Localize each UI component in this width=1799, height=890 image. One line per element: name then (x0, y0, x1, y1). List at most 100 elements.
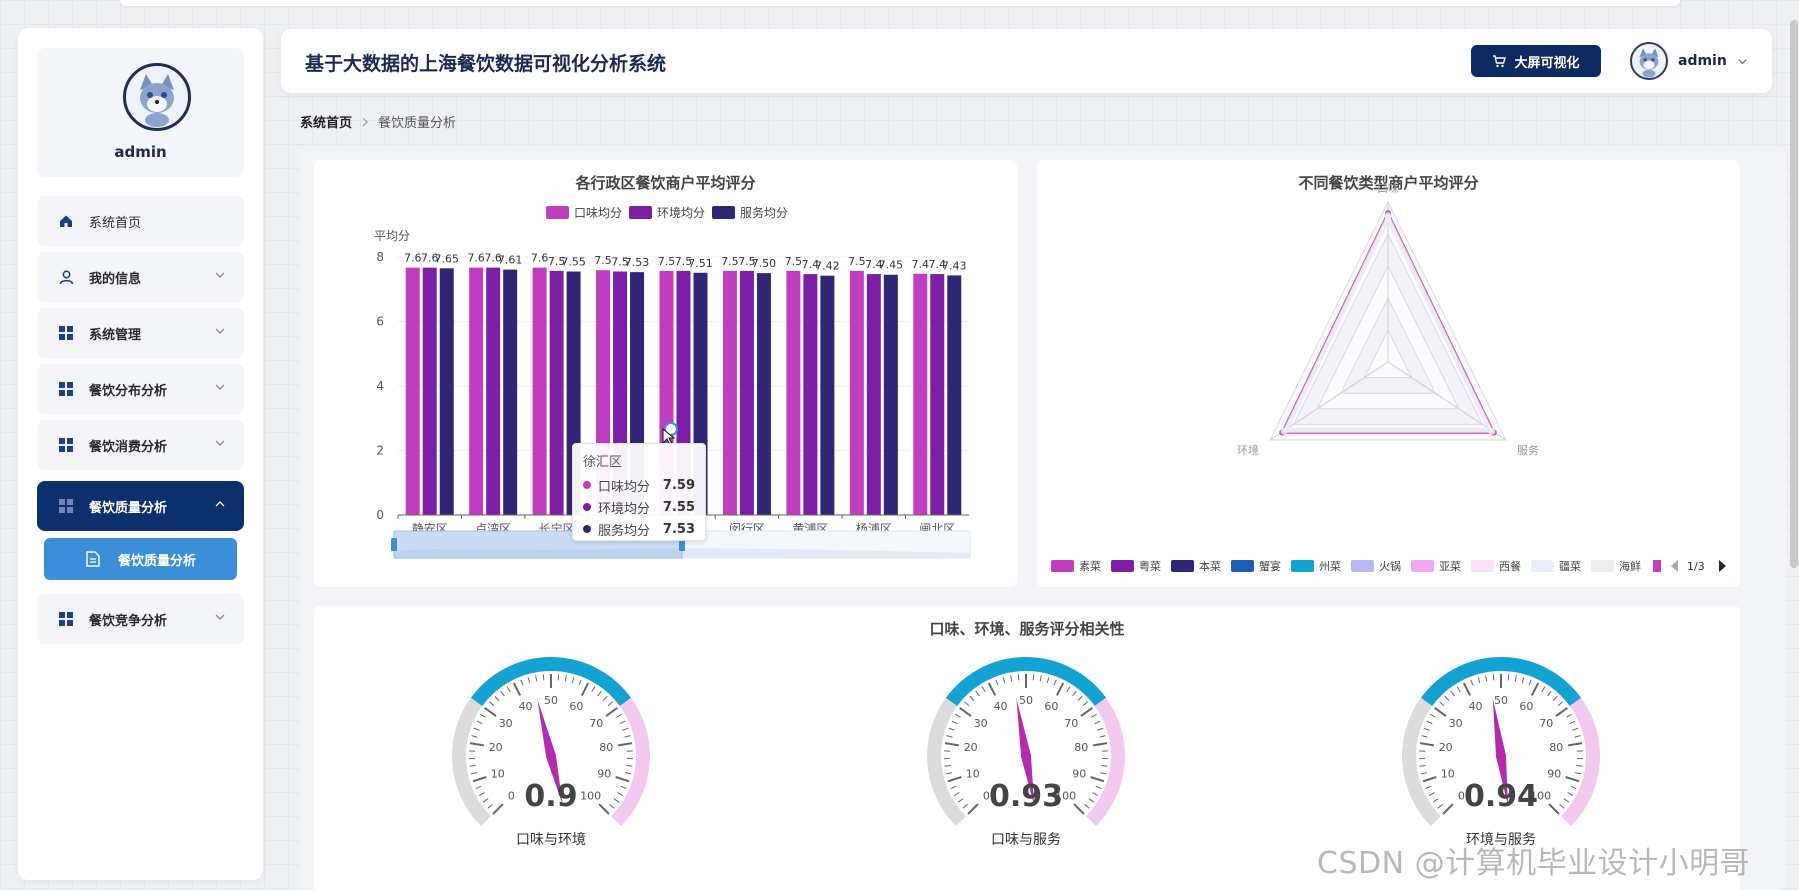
gauge-scale-label: 30 (1449, 717, 1463, 730)
bar-data-label: 7.6 (531, 252, 549, 265)
tooltip-dot (583, 503, 591, 511)
bar (930, 274, 945, 515)
bar-data-label: 7.5 (658, 255, 676, 268)
gauge-tick (535, 675, 538, 682)
avatar[interactable] (123, 63, 191, 131)
tooltip-dot (583, 481, 591, 489)
gauge-tick (616, 713, 622, 718)
gauge-tick (512, 682, 522, 696)
bar-data-label: 7.43 (942, 259, 967, 272)
gauge-tick (469, 742, 484, 747)
legend-swatch (1471, 560, 1494, 572)
gauge-tick (1547, 690, 1552, 697)
gauge-scale-label: 60 (1519, 700, 1533, 713)
radar-point (1281, 427, 1288, 434)
bar (469, 267, 484, 515)
gauge-tick (1552, 695, 1558, 701)
gauge-tick (578, 679, 582, 686)
gauge-tick (1576, 765, 1583, 767)
bar (803, 274, 818, 515)
chevron-down-icon (215, 384, 225, 390)
gauge-tick (506, 686, 511, 693)
gauge-tick (520, 679, 524, 686)
legend-label: 海鲜 (1619, 559, 1641, 573)
gauge-name: 口味与服务 (991, 832, 1061, 848)
legend-swatch (1291, 560, 1314, 572)
gauge-tick (1091, 713, 1097, 718)
gauge-tick (1450, 690, 1455, 697)
gauge-tick (484, 706, 497, 717)
gauge-tick (473, 727, 480, 731)
gauge-tick (1572, 727, 1579, 731)
legend-swatch (1111, 560, 1134, 572)
gauge-scale-label: 60 (569, 700, 583, 713)
tooltip-series-value: 7.53 (662, 521, 695, 537)
big-screen-button[interactable]: 大屏可视化 (1471, 45, 1601, 77)
bar-data-label: 7.50 (752, 257, 777, 270)
user-menu[interactable]: admin (1678, 53, 1748, 69)
gauge-name: 口味与环境 (516, 832, 586, 848)
gauge-tick (1507, 674, 1510, 681)
bar (532, 267, 547, 515)
gauge-tick (542, 674, 545, 681)
legend-label: 西餐 (1499, 559, 1521, 573)
gauge-tick (1567, 792, 1574, 796)
gauge-tick (975, 690, 980, 697)
header-avatar[interactable] (1630, 42, 1668, 80)
gauge-tick (598, 803, 610, 815)
sidebar-item-consumption-analysis[interactable]: 餐饮消费分析 (37, 420, 244, 470)
gauge-value: 0.94 (1464, 779, 1538, 814)
gauge-scale-label: 80 (1074, 741, 1088, 754)
legend-swatch (1351, 560, 1374, 572)
sidebar-item-my-info[interactable]: 我的信息 (37, 252, 244, 302)
gauge-tick (1432, 798, 1439, 803)
breadcrumb-home[interactable]: 系统首页 (300, 112, 352, 131)
watermark: CSDN @计算机毕业设计小明哥 (1317, 846, 1751, 881)
gauge-tick (957, 798, 964, 803)
gauge-tick (1421, 735, 1428, 738)
sidebar-item-competition-analysis[interactable]: 餐饮竞争分析 (37, 594, 244, 644)
sidebar-item-distribution-analysis[interactable]: 餐饮分布分析 (37, 364, 244, 414)
gauge-band-high (1085, 697, 1125, 827)
app-title: 基于大数据的上海餐饮数据可视化分析系统 (305, 53, 667, 75)
page-scrollbar[interactable] (1790, 20, 1798, 568)
gauge-tick (1563, 798, 1570, 803)
gauge-tick (955, 713, 961, 718)
bar (820, 275, 835, 515)
sidebar-item-label: 我的信息 (89, 271, 142, 287)
legend-label: 蟹宴 (1259, 559, 1281, 573)
gauge-tick (969, 695, 975, 701)
sidebar-item-home[interactable]: 系统首页 (37, 196, 244, 246)
chevron-down-icon (1738, 58, 1747, 64)
gauge-tick (967, 803, 979, 815)
radar-chart[interactable]: 口味服务 环境素菜 粤菜 本菜 蟹宴 州菜 火锅 亚菜 西餐 疆菜 海鲜 1/3 (1037, 160, 1740, 587)
gauge-tick (1099, 735, 1106, 738)
gauge-scale-label: 90 (597, 767, 611, 780)
legend-label: 州菜 (1319, 560, 1341, 573)
legend-label: 口味均分 (574, 206, 622, 220)
legend-next-page-icon (1719, 560, 1726, 572)
gauge-scale-label: 20 (1439, 741, 1453, 754)
submenu-item-quality-analysis[interactable]: 餐饮质量分析 (44, 538, 237, 580)
gauge-tick (995, 679, 999, 686)
bar-data-label: 7.6 (467, 252, 485, 265)
gauge-scale-label: 30 (499, 717, 513, 730)
gauge-tick (557, 674, 560, 681)
gauge-tick (571, 677, 575, 684)
gauge-band-low (452, 697, 492, 827)
radar-indicator-label: 口味 (1377, 182, 1399, 195)
sidebar-item-system-management[interactable]: 系统管理 (37, 308, 244, 358)
gauge-tick (615, 776, 630, 783)
gauge-scale-label: 50 (1019, 694, 1033, 707)
gauge-tick (482, 798, 489, 803)
big-screen-button-label: 大屏可视化 (1514, 55, 1580, 71)
breadcrumb-current: 餐饮质量分析 (378, 116, 457, 131)
gauge-tick (1569, 720, 1576, 725)
gauge-tick (489, 701, 495, 707)
sidebar-item-quality-analysis[interactable]: 餐饮质量分析 (37, 481, 244, 531)
gauge-scale-label: 0 (508, 790, 515, 803)
gauge-tick (527, 677, 531, 684)
home-icon (57, 212, 75, 230)
chevron-right-icon (362, 117, 368, 126)
gauge-tick (1032, 674, 1035, 681)
